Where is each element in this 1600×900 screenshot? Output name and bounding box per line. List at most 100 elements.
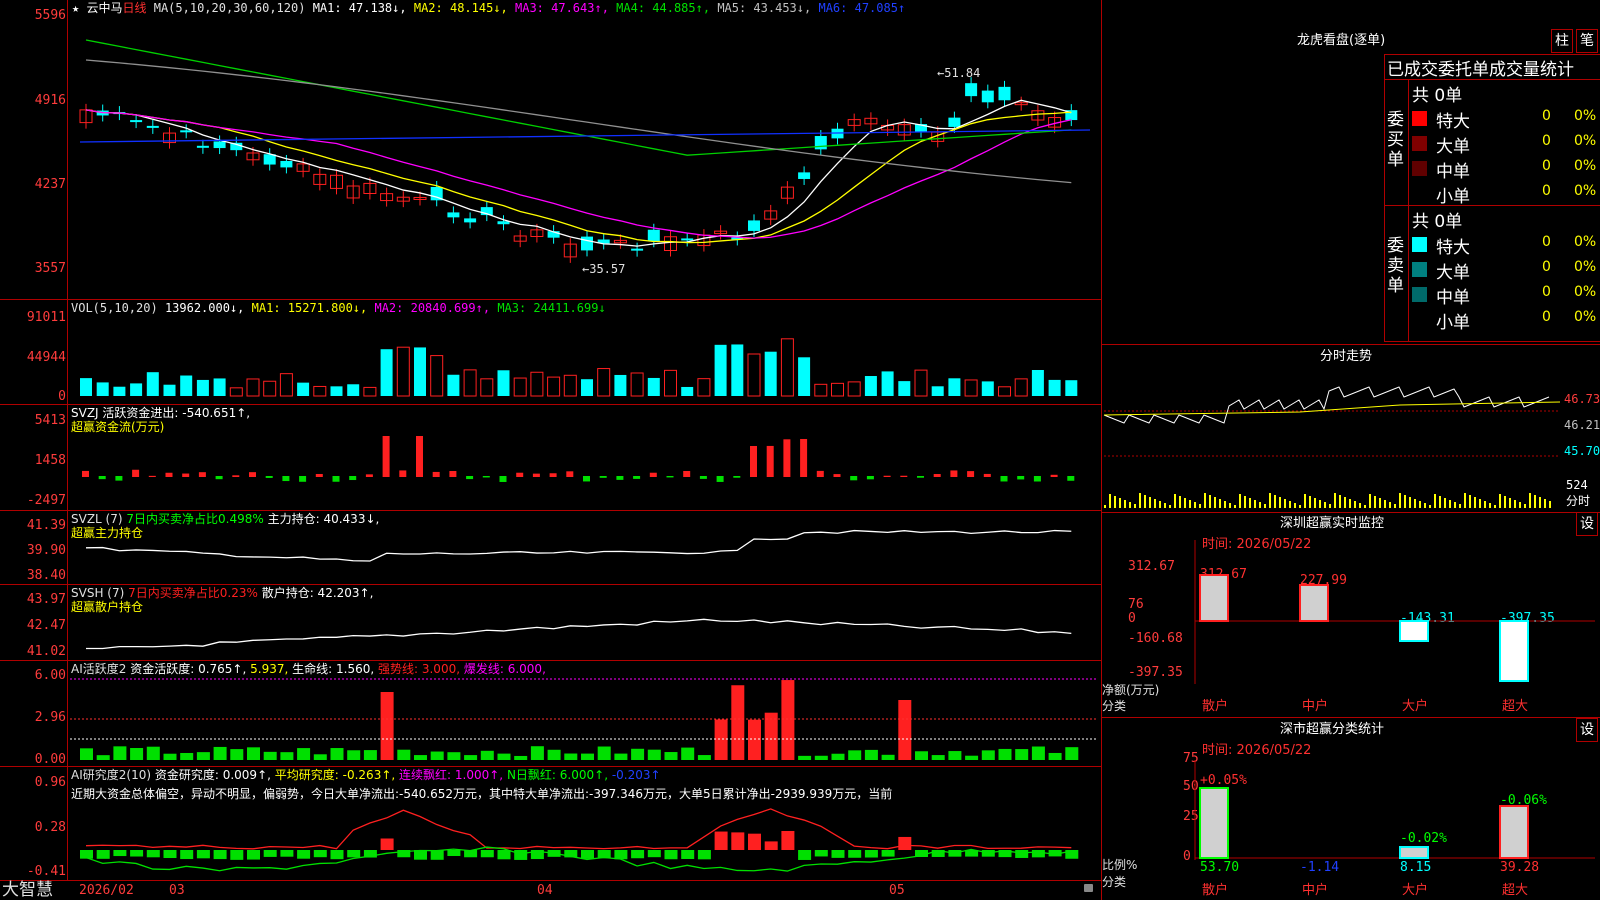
activity-bar	[297, 748, 311, 760]
activity-bar	[614, 753, 628, 760]
volume-bar	[146, 372, 159, 396]
research-bar	[113, 850, 127, 857]
volume-bar	[229, 387, 243, 397]
volume-bar	[330, 386, 343, 396]
intraday-volume-bar	[1424, 503, 1426, 508]
activity-bar	[898, 700, 912, 760]
fund-flow-bar	[900, 475, 908, 477]
activity-bar	[981, 750, 995, 760]
research-bar	[380, 838, 394, 850]
intraday-volume-bar	[1164, 503, 1166, 508]
volume-bar	[614, 374, 627, 396]
intraday-volume-bar	[1169, 505, 1171, 508]
volume-bar	[1014, 378, 1028, 397]
activity-bar	[731, 685, 745, 760]
volume-bar	[96, 382, 109, 396]
intraday-volume-bar	[1439, 496, 1441, 508]
volume-bar	[430, 355, 444, 397]
volume-bar	[363, 386, 377, 397]
fund-flow-bar	[967, 471, 975, 477]
intraday-volume-bar	[1139, 493, 1141, 508]
chart-canvas[interactable]	[0, 0, 1600, 900]
activity-bar	[414, 755, 427, 760]
volume-bar	[630, 372, 644, 397]
fund-flow-bar	[666, 476, 674, 478]
activity-bar	[965, 755, 979, 760]
fund-flow-bar	[866, 476, 874, 480]
intraday-volume-bar	[1434, 494, 1436, 508]
activity-bar	[948, 751, 962, 760]
fund-flow-bar	[883, 475, 891, 477]
intraday-volume-bar	[1474, 497, 1476, 508]
activity-bar	[113, 746, 127, 760]
intraday-volume-bar	[1149, 497, 1151, 508]
net-amount-bar	[1399, 620, 1429, 642]
intraday-volume-bar	[1319, 500, 1321, 508]
activity-bar	[163, 753, 177, 760]
volume-bar	[780, 338, 794, 397]
activity-bar	[380, 692, 394, 760]
activity-bar	[998, 748, 1012, 760]
fund-flow-bar	[583, 476, 590, 482]
intraday-price-line	[1103, 386, 1550, 424]
intraday-volume-bar	[1374, 496, 1376, 508]
candle-body	[681, 238, 694, 241]
fund-flow-bar	[649, 472, 657, 477]
ma5-line	[85, 99, 1072, 247]
research-bar	[146, 850, 160, 858]
volume-bar	[414, 347, 426, 396]
volume-bar	[714, 344, 727, 396]
activity-bar	[631, 748, 645, 760]
intraday-volume-bar	[1484, 501, 1486, 508]
intraday-volume-bar	[1544, 499, 1546, 508]
activity-bar	[864, 749, 878, 760]
volume-bar	[396, 346, 410, 397]
activity-bar	[213, 746, 227, 760]
fund-flow-bar	[182, 473, 190, 477]
volume-bar	[731, 344, 744, 396]
fund-flow-bar	[816, 470, 824, 477]
research-bar	[898, 836, 912, 850]
intraday-volume-bar	[1119, 498, 1121, 508]
intraday-volume-bar	[1214, 497, 1216, 508]
ma60-line	[85, 59, 1072, 184]
fund-flow-bar	[833, 474, 841, 477]
intraday-volume-bar	[1334, 493, 1336, 508]
volume-bar	[497, 370, 510, 396]
intraday-avg-line	[1103, 401, 1561, 416]
research-bar	[731, 832, 745, 850]
fund-flow-bar	[800, 438, 808, 477]
volume-bar	[898, 381, 911, 396]
research-bar	[581, 850, 594, 859]
intraday-volume-bar	[1129, 502, 1131, 508]
activity-bar	[196, 752, 210, 760]
candle-body	[497, 221, 510, 225]
research-bar	[681, 850, 695, 860]
activity-bar	[915, 751, 928, 760]
candle-body	[213, 141, 226, 149]
volume-bar	[196, 379, 209, 396]
fund-flow-bar	[198, 472, 206, 477]
fund-flow-bar	[165, 472, 173, 477]
research-bar	[313, 850, 327, 858]
intraday-volume-bar	[1209, 495, 1211, 508]
fund-flow-bar	[566, 471, 574, 477]
intraday-volume-bar	[1354, 501, 1356, 508]
research-bar	[1031, 850, 1045, 858]
volume-bar	[881, 371, 894, 396]
research-bar	[631, 850, 645, 859]
activity-bar	[447, 752, 461, 760]
intraday-volume-bar	[1384, 500, 1386, 508]
candle-body	[130, 120, 143, 123]
net-amount-bar	[1199, 574, 1229, 622]
research-bar	[881, 850, 895, 857]
intraday-volume-bar	[1514, 500, 1516, 508]
candle-body	[146, 125, 159, 128]
fund-flow-bar	[750, 445, 757, 477]
research-bar	[480, 850, 494, 858]
intraday-volume-bar	[1304, 494, 1306, 508]
fund-flow-bar	[933, 474, 941, 477]
volume-bar	[597, 368, 611, 397]
research-bar	[96, 850, 110, 859]
volume-bar	[931, 386, 944, 396]
